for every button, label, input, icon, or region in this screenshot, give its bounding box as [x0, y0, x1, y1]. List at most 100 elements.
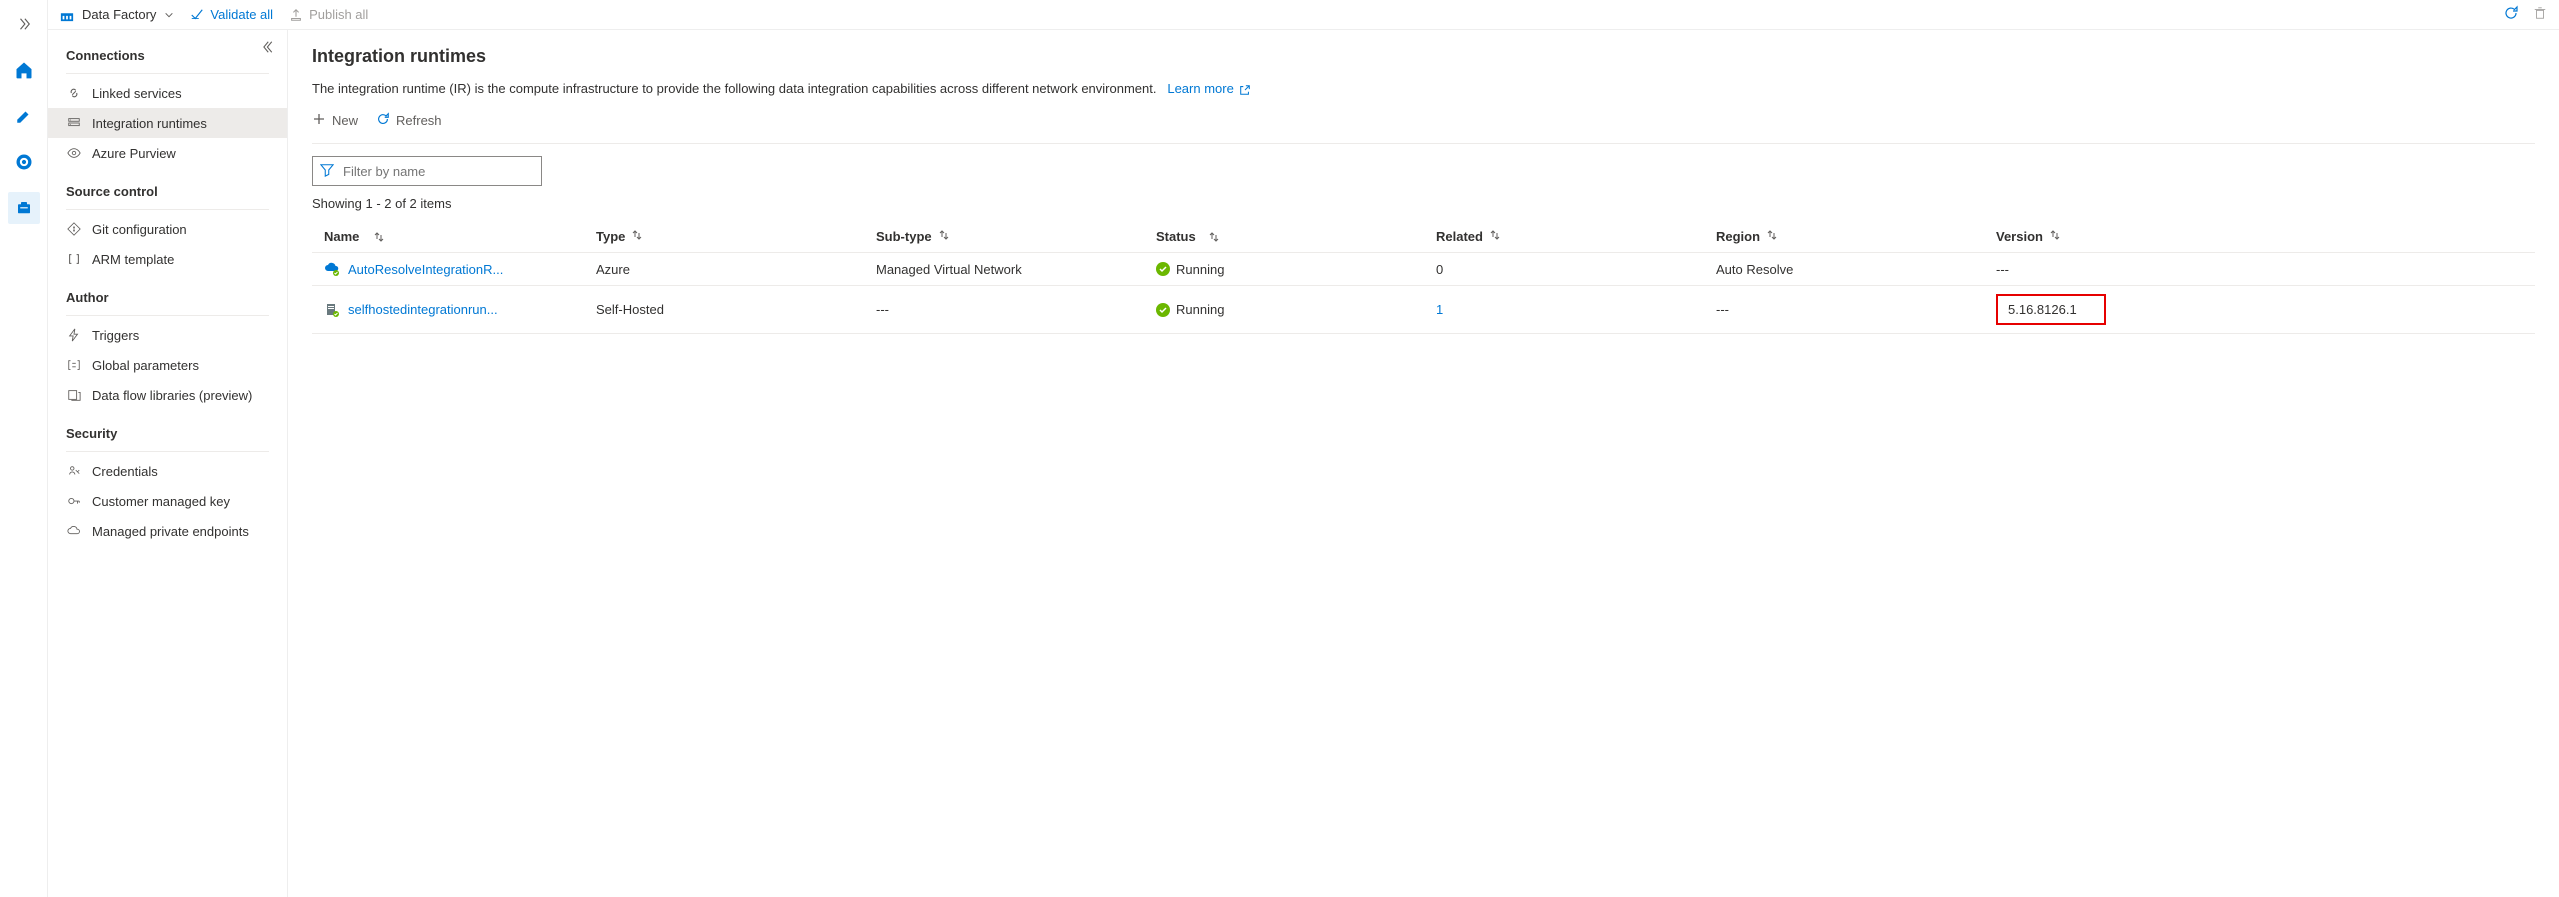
sidebar-item-triggers[interactable]: Triggers — [48, 320, 287, 350]
filter-box — [312, 156, 542, 186]
sort-icon — [631, 229, 643, 241]
sidebar-item-label: ARM template — [92, 252, 174, 267]
type-cell: Azure — [596, 262, 876, 277]
sidebar-item-global-parameters[interactable]: Global parameters — [48, 350, 287, 380]
sidebar-item-customer-managed-key[interactable]: Customer managed key — [48, 486, 287, 516]
related-link[interactable]: 1 — [1436, 302, 1443, 317]
refresh-button[interactable]: Refresh — [376, 112, 442, 129]
filter-input[interactable] — [312, 156, 542, 186]
region-cell: --- — [1716, 302, 1996, 317]
key-icon — [66, 493, 82, 509]
sidebar-item-data-flow-libraries[interactable]: Data flow libraries (preview) — [48, 380, 287, 410]
table-row: AutoResolveIntegrationR... AzureManaged V… — [312, 253, 2535, 286]
left-rail — [0, 0, 48, 897]
external-link-icon — [1239, 84, 1251, 96]
subtype-cell: Managed Virtual Network — [876, 262, 1156, 277]
git-icon — [66, 221, 82, 237]
divider — [66, 73, 269, 74]
col-header-subtype[interactable]: Sub-type — [876, 229, 1156, 244]
publish-all-button: Publish all — [289, 7, 368, 22]
breadcrumb[interactable]: Data Factory — [60, 7, 174, 22]
col-header-related[interactable]: Related — [1436, 229, 1716, 244]
divider — [66, 315, 269, 316]
trigger-icon — [66, 327, 82, 343]
sort-icon — [2049, 229, 2061, 241]
refresh-top-icon[interactable] — [2503, 5, 2519, 24]
runtime-name-link[interactable]: selfhostedintegrationrun... — [348, 302, 498, 317]
sidebar-item-label: Credentials — [92, 464, 158, 479]
section-security-title: Security — [48, 420, 287, 451]
check-icon — [190, 8, 204, 22]
content: Integration runtimes The integration run… — [288, 30, 2559, 897]
sidebar-item-label: Customer managed key — [92, 494, 230, 509]
params-icon — [66, 357, 82, 373]
runtime-row-icon — [324, 302, 340, 318]
divider — [66, 209, 269, 210]
chevron-down-icon — [164, 10, 174, 20]
validate-label: Validate all — [210, 7, 273, 22]
sidebar-item-label: Azure Purview — [92, 146, 176, 161]
library-icon — [66, 387, 82, 403]
status-text: Running — [1176, 302, 1224, 317]
page-description: The integration runtime (IR) is the comp… — [312, 81, 2535, 96]
plus-icon — [312, 112, 326, 129]
subtype-cell: --- — [876, 302, 1156, 317]
validate-all-button[interactable]: Validate all — [190, 7, 273, 22]
section-source-control-title: Source control — [48, 178, 287, 209]
section-author-title: Author — [48, 284, 287, 315]
section-connections-title: Connections — [48, 42, 287, 73]
new-button[interactable]: New — [312, 112, 358, 129]
delete-top-icon[interactable] — [2533, 6, 2547, 23]
rail-author-icon[interactable] — [8, 100, 40, 132]
status-ok-icon — [1156, 303, 1170, 317]
table-row: selfhostedintegrationrun...Self-Hosted--… — [312, 286, 2535, 334]
new-label: New — [332, 113, 358, 128]
sidebar-item-arm-template[interactable]: ARM template — [48, 244, 287, 274]
refresh-icon — [376, 112, 390, 129]
sidebar-item-label: Integration runtimes — [92, 116, 207, 131]
upload-icon — [289, 8, 303, 22]
col-header-region[interactable]: Region — [1716, 229, 1996, 244]
runtime-name-link[interactable]: AutoResolveIntegrationR... — [348, 262, 503, 277]
col-header-name[interactable]: Name — [316, 229, 596, 244]
learn-more-link[interactable]: Learn more — [1167, 81, 1251, 96]
credentials-icon — [66, 463, 82, 479]
sidebar-item-label: Global parameters — [92, 358, 199, 373]
sidebar-item-managed-private-endpoints[interactable]: Managed private endpoints — [48, 516, 287, 546]
table-header: Name Type Sub-type Status Related Region… — [312, 221, 2535, 253]
rail-manage-icon[interactable] — [8, 192, 40, 224]
learn-more-label: Learn more — [1167, 81, 1233, 96]
sidebar-item-label: Triggers — [92, 328, 139, 343]
sidebar-item-integration-runtimes[interactable]: Integration runtimes — [48, 108, 287, 138]
col-label: Sub-type — [876, 229, 932, 244]
col-header-type[interactable]: Type — [596, 229, 876, 244]
cloud-lock-icon — [66, 523, 82, 539]
link-icon — [66, 85, 82, 101]
publish-label: Publish all — [309, 7, 368, 22]
col-label: Region — [1716, 229, 1760, 244]
col-header-version[interactable]: Version — [1996, 229, 2531, 244]
status-text: Running — [1176, 262, 1224, 277]
filter-icon — [320, 163, 334, 180]
factory-icon — [60, 8, 74, 22]
sidebar-item-azure-purview[interactable]: Azure Purview — [48, 138, 287, 168]
sidebar-item-label: Linked services — [92, 86, 182, 101]
collapse-sidebar-icon[interactable] — [263, 40, 277, 57]
col-header-status[interactable]: Status — [1156, 229, 1436, 244]
col-label: Status — [1156, 229, 1196, 244]
rail-home-icon[interactable] — [8, 54, 40, 86]
col-label: Name — [324, 229, 359, 244]
sidebar: Connections Linked services Integration … — [48, 30, 288, 897]
rail-expand-icon[interactable] — [8, 8, 40, 40]
sort-icon — [938, 229, 950, 241]
col-label: Related — [1436, 229, 1483, 244]
sidebar-item-credentials[interactable]: Credentials — [48, 456, 287, 486]
topbar: Data Factory Validate all Publish all — [48, 0, 2559, 30]
sidebar-item-git-configuration[interactable]: Git configuration — [48, 214, 287, 244]
rail-monitor-icon[interactable] — [8, 146, 40, 178]
status-ok-icon — [1156, 262, 1170, 276]
breadcrumb-label: Data Factory — [82, 7, 156, 22]
showing-text: Showing 1 - 2 of 2 items — [312, 196, 2535, 211]
sidebar-item-linked-services[interactable]: Linked services — [48, 78, 287, 108]
sort-icon — [373, 231, 385, 243]
